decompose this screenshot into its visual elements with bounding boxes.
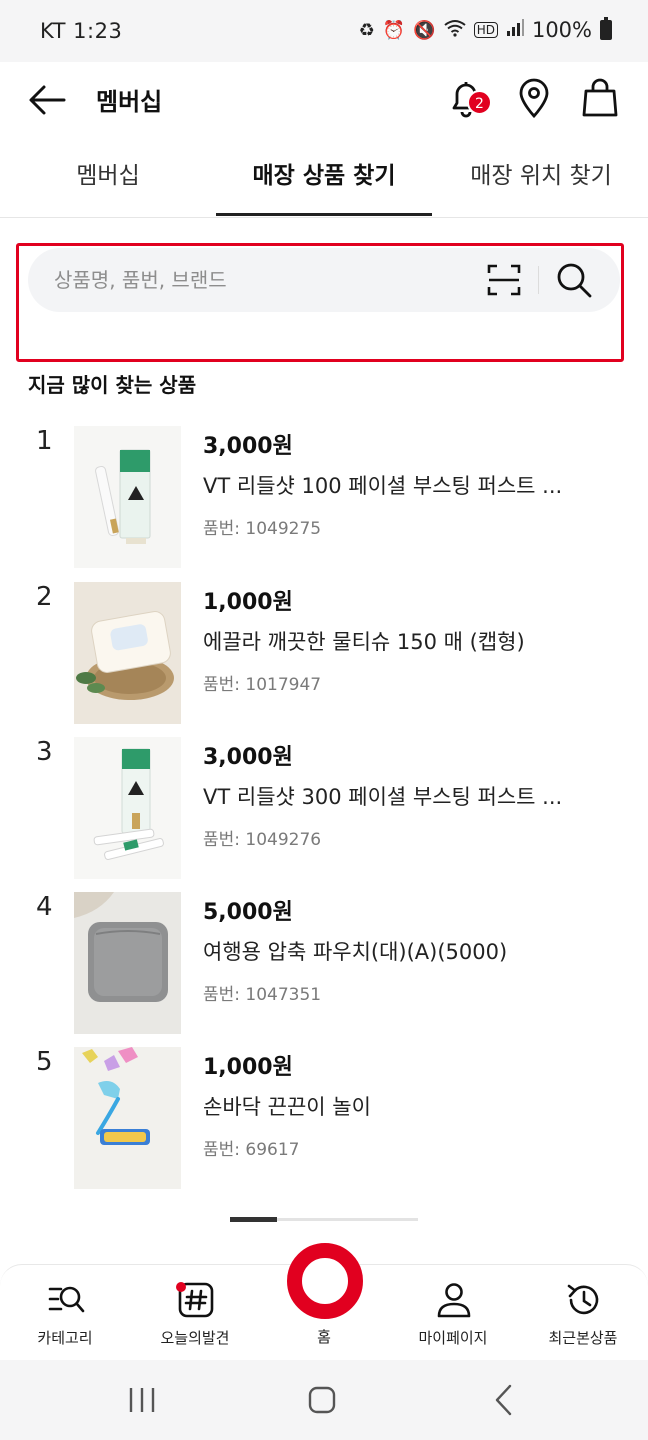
system-home-button[interactable] xyxy=(302,1380,342,1420)
nav-recent-label: 최근본상품 xyxy=(548,1329,618,1347)
rank-number: 5 xyxy=(36,1047,53,1077)
product-name: VT 리들샷 100 페이셜 부스팅 퍼스트 ... xyxy=(203,474,563,498)
nav-category[interactable]: 카테고리 xyxy=(0,1265,130,1361)
nav-today-discovery[interactable]: 오늘의발견 xyxy=(130,1265,260,1361)
product-price: 1,000원 xyxy=(203,1055,293,1080)
status-time: KT 1:23 xyxy=(40,19,123,43)
back-button[interactable] xyxy=(26,80,68,120)
tab-bar: 멤버십 매장 상품 찾기 매장 위치 찾기 xyxy=(0,140,648,218)
product-image xyxy=(74,1047,181,1189)
list-item[interactable]: 1 3,000원 VT 리들샷 100 페이셜 부스팅 퍼스트 ... 품번: … xyxy=(0,426,648,568)
tab-store-location-search[interactable]: 매장 위치 찾기 xyxy=(452,140,630,216)
history-icon xyxy=(567,1284,599,1315)
search-icon xyxy=(557,263,592,298)
location-pin-icon xyxy=(519,78,549,119)
arrow-left-icon xyxy=(29,85,66,115)
product-sku: 품번: 1017947 xyxy=(203,675,322,695)
home-square-icon xyxy=(308,1386,336,1414)
user-icon xyxy=(437,1283,471,1318)
status-icons: ♻ ⏰ 🔇 HD 100% xyxy=(358,17,612,42)
store-location-button[interactable] xyxy=(512,76,556,120)
barcode-scan-button[interactable] xyxy=(486,262,522,298)
product-image xyxy=(74,737,181,879)
system-back-button[interactable] xyxy=(484,1380,524,1420)
product-price: 5,000원 xyxy=(203,900,293,925)
product-name: 에끌라 깨끗한 물티슈 150 매 (캡형) xyxy=(203,630,525,654)
tab-membership[interactable]: 멤버십 xyxy=(24,140,192,216)
product-sku: 품번: 1047351 xyxy=(203,985,322,1005)
product-price: 3,000원 xyxy=(203,434,293,459)
search-input[interactable] xyxy=(54,248,474,312)
notification-badge: 2 xyxy=(467,90,492,115)
product-name: 여행용 압축 파우치(대)(A)(5000) xyxy=(203,940,508,964)
search-divider xyxy=(538,266,539,294)
product-price: 3,000원 xyxy=(203,745,293,770)
nav-category-label: 카테고리 xyxy=(37,1329,93,1347)
new-indicator-dot xyxy=(176,1282,186,1292)
rank-number: 2 xyxy=(36,582,53,612)
nav-today-label: 오늘의발견 xyxy=(160,1329,230,1347)
product-sku: 품번: 1049276 xyxy=(203,830,322,850)
product-name: 손바닥 끈끈이 놀이 xyxy=(203,1095,371,1119)
product-image xyxy=(74,582,181,724)
alarm-icon: ⏰ xyxy=(382,19,406,41)
mute-icon: 🔇 xyxy=(413,19,436,41)
scan-icon xyxy=(487,264,521,296)
product-image xyxy=(74,426,181,568)
search-bar xyxy=(28,248,620,312)
category-search-icon xyxy=(48,1286,85,1313)
nav-home-button[interactable] xyxy=(287,1243,363,1319)
cart-button[interactable] xyxy=(578,76,622,120)
tab-store-product-search[interactable]: 매장 상품 찾기 xyxy=(216,140,432,216)
rank-number: 4 xyxy=(36,892,53,922)
product-price: 1,000원 xyxy=(203,590,293,615)
nav-recent[interactable]: 최근본상품 xyxy=(518,1265,648,1361)
shopping-bag-icon xyxy=(582,78,618,117)
rank-number: 3 xyxy=(36,737,53,767)
nav-mypage[interactable]: 마이페이지 xyxy=(388,1265,518,1361)
product-image xyxy=(74,892,181,1034)
nav-mypage-label: 마이페이지 xyxy=(418,1329,488,1347)
signal-icon xyxy=(506,18,524,42)
product-sku: 품번: 1049275 xyxy=(203,519,322,539)
wifi-icon xyxy=(444,19,466,42)
product-name: VT 리들샷 300 페이셜 부스팅 퍼스트 ... xyxy=(203,785,563,809)
system-navigation-bar xyxy=(0,1360,648,1440)
rank-number: 1 xyxy=(36,426,53,456)
page-title: 멤버십 xyxy=(96,88,163,116)
recent-apps-button[interactable] xyxy=(122,1380,162,1420)
list-item[interactable]: 2 1,000원 에끌라 깨끗한 물티슈 150 매 (캡형) 품번: 1017… xyxy=(0,582,648,724)
battery-icon xyxy=(600,17,612,40)
pager-indicator xyxy=(230,1217,277,1222)
list-item[interactable]: 5 1,000원 손바닥 끈끈이 놀이 품번: 69617 xyxy=(0,1047,648,1189)
popular-products-title: 지금 많이 찾는 상품 xyxy=(28,373,197,397)
list-item[interactable]: 3 3,000원 VT 리들샷 300 페이셜 부스팅 퍼스트 ... 품번: … xyxy=(0,737,648,879)
product-sku: 품번: 69617 xyxy=(203,1140,300,1160)
nav-home-label: 홈 xyxy=(317,1328,331,1346)
list-item[interactable]: 4 5,000원 여행용 압축 파우치(대)(A)(5000) 품번: 1047… xyxy=(0,892,648,1034)
search-button[interactable] xyxy=(554,260,594,300)
recycle-icon: ♻ xyxy=(358,19,375,41)
hd-icon: HD xyxy=(473,22,498,38)
recent-apps-icon xyxy=(129,1388,155,1412)
app-header: 멤버십 xyxy=(0,62,648,136)
status-bar: KT 1:23 ♻ ⏰ 🔇 HD 100% xyxy=(0,0,648,62)
battery-level: 100% xyxy=(531,18,592,42)
chevron-left-icon xyxy=(495,1384,512,1416)
